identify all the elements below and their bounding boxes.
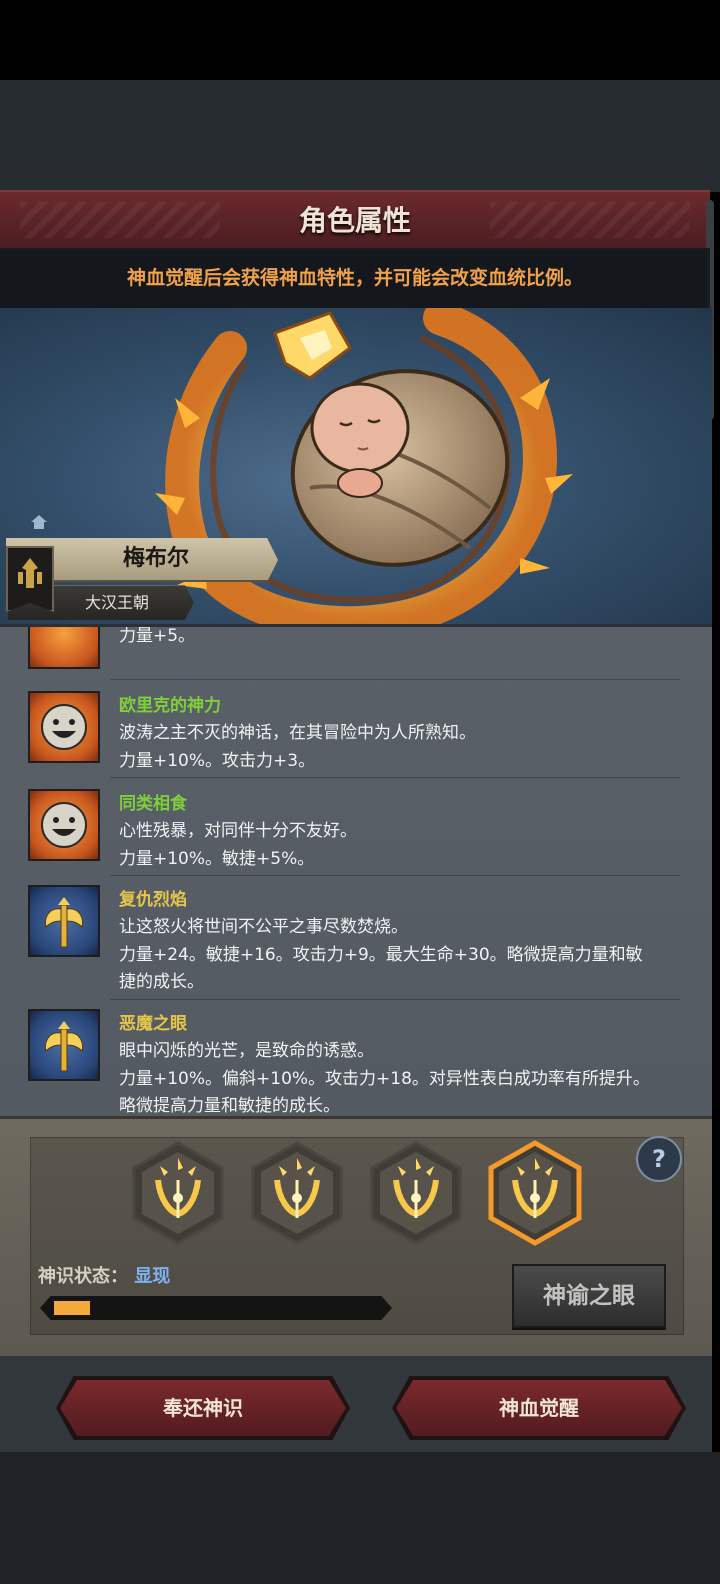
character-name: 梅布尔 — [122, 546, 189, 571]
oracle-eye-button[interactable]: 神谕之眼 — [512, 1264, 666, 1328]
divider — [110, 875, 680, 876]
dynasty-flag-icon — [6, 546, 54, 612]
divine-sigil-icon — [251, 1141, 343, 1245]
status-label: 神识状态： — [38, 1266, 128, 1287]
hint-text: 神血觉醒后会获得神血特性，并可能会改变血统比例。 — [126, 267, 583, 289]
divine-progress-fill — [54, 1301, 90, 1315]
divider — [110, 679, 680, 680]
divine-slot[interactable] — [487, 1140, 583, 1246]
hint-bar: 神血觉醒后会获得神血特性，并可能会改变血统比例。 — [0, 248, 710, 308]
trait-effect: 力量+24。敏捷+16。攻击力+9。最大生命+30。略微提高力量和敏 — [119, 945, 643, 965]
trait-name: 恶魔之眼 — [119, 1014, 187, 1034]
trait-name: 复仇烈焰 — [119, 890, 187, 910]
trait-effect: 力量+5。 — [119, 626, 196, 646]
lower-background — [0, 1452, 720, 1584]
trait-effect: 力量+10%。偏斜+10%。攻击力+18。对异性表白成功率有所提升。 — [119, 1069, 650, 1089]
divine-slot[interactable] — [130, 1140, 226, 1246]
divine-slot[interactable] — [368, 1140, 464, 1246]
trait-effect-continued: 捷的成长。 — [119, 972, 204, 992]
house-icon — [31, 515, 47, 529]
return-divine-button[interactable]: 奉还神识 — [60, 1380, 346, 1436]
trait-effect: 力量+10%。敏捷+5%。 — [119, 849, 315, 869]
divine-sigil-icon — [488, 1140, 582, 1246]
trait-description: 波涛之主不灭的神话，在其冒险中为人所熟知。 — [119, 723, 476, 743]
title-bar: 角色属性 — [0, 190, 710, 250]
status-value: 显现 — [134, 1266, 171, 1287]
trait-effect-continued: 略微提高力量和敏捷的成长。 — [119, 1096, 340, 1116]
trait-name: 同类相食 — [119, 794, 187, 814]
divine-sigil-icon — [370, 1141, 462, 1245]
golden-axe-icon — [28, 885, 100, 957]
trait-description: 心性残暴，对同伴十分不友好。 — [119, 821, 357, 841]
dynasty-name: 大汉王朝 — [84, 593, 149, 612]
smile-face-icon — [28, 789, 100, 861]
divine-slot[interactable] — [249, 1140, 345, 1246]
divider — [110, 999, 680, 1000]
golden-axe-icon — [28, 1009, 100, 1081]
smile-face-icon — [28, 691, 100, 763]
divine-sigil-icon — [132, 1141, 224, 1245]
divine-status: 神识状态： 显现 — [38, 1262, 170, 1288]
status-bar — [0, 0, 720, 80]
trait-description: 让这怒火将世间不公平之事尽数焚烧。 — [119, 917, 408, 937]
trait-effect: 力量+10%。攻击力+3。 — [119, 751, 316, 771]
upper-background — [0, 80, 720, 192]
divine-progress-bar — [40, 1296, 392, 1320]
smile-face-icon — [28, 627, 100, 669]
trait-list[interactable]: 力量+5。 欧里克的神力 波涛之主不灭的神话，在其冒险中为人所熟知。 力量+10… — [0, 624, 712, 1119]
divider — [110, 777, 680, 778]
help-button[interactable]: ? — [636, 1136, 682, 1182]
page-title: 角色属性 — [298, 204, 411, 237]
trait-name: 欧里克的神力 — [119, 696, 221, 716]
blood-awaken-button[interactable]: 神血觉醒 — [396, 1380, 682, 1436]
trait-description: 眼中闪烁的光芒，是致命的诱惑。 — [119, 1041, 374, 1061]
